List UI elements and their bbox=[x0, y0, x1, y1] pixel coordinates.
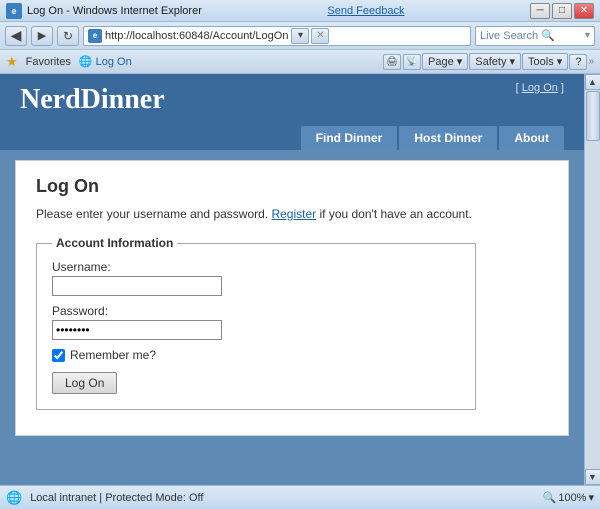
send-feedback-link[interactable]: Send Feedback bbox=[327, 5, 404, 17]
page-button[interactable]: Page ▾ bbox=[422, 53, 468, 70]
remember-me-checkbox[interactable] bbox=[52, 349, 65, 362]
search-dropdown[interactable]: ▾ bbox=[585, 30, 590, 41]
help-button[interactable]: ? bbox=[569, 54, 587, 70]
register-link[interactable]: Register bbox=[271, 207, 316, 221]
toolbar-right: 🖨 📡 Page ▾ Safety ▾ Tools ▾ ? » bbox=[383, 53, 594, 70]
log-on-button[interactable]: Log On bbox=[52, 372, 117, 394]
register-suffix: if you don't have an account. bbox=[316, 207, 472, 221]
favorites-star-icon: ★ bbox=[6, 54, 18, 70]
username-label: Username: bbox=[52, 260, 460, 274]
live-search-box[interactable]: Live Search 🔍 ▾ bbox=[475, 26, 595, 46]
password-input[interactable] bbox=[52, 320, 222, 340]
stop-button[interactable]: ✕ bbox=[311, 28, 329, 44]
login-link[interactable]: Log On bbox=[522, 82, 558, 94]
remember-me-group: Remember me? bbox=[52, 348, 460, 362]
account-information-fieldset: Account Information Username: Password: … bbox=[36, 236, 476, 410]
favorites-logon-item[interactable]: 🌐 Log On bbox=[79, 55, 132, 68]
nav-tabs: Find Dinner Host Dinner About bbox=[0, 126, 584, 150]
browser-content: NerdDinner [ Log On ] Find Dinner Host D… bbox=[0, 74, 600, 485]
host-dinner-tab[interactable]: Host Dinner bbox=[399, 126, 497, 150]
scroll-up-button[interactable]: ▲ bbox=[585, 74, 600, 90]
fav-logon-label: Log On bbox=[96, 56, 132, 68]
status-right: 🔍 100% ▾ bbox=[543, 491, 594, 504]
white-box: Log On Please enter your username and pa… bbox=[15, 160, 569, 436]
register-text: Please enter your username and password.… bbox=[36, 207, 548, 221]
title-bar: e Log On - Windows Internet Explorer Sen… bbox=[0, 0, 600, 22]
username-input[interactable] bbox=[52, 276, 222, 296]
dropdown-arrow[interactable]: ▾ bbox=[291, 28, 309, 44]
fieldset-legend: Account Information bbox=[52, 236, 177, 250]
refresh-button[interactable]: ↻ bbox=[57, 26, 79, 46]
username-field-group: Username: bbox=[52, 260, 460, 296]
back-button[interactable]: ◀ bbox=[5, 26, 27, 46]
maximize-button[interactable]: □ bbox=[552, 3, 572, 19]
live-search-label: Live Search bbox=[480, 30, 538, 42]
minimize-button[interactable]: ─ bbox=[530, 3, 550, 19]
password-label: Password: bbox=[52, 304, 460, 318]
url-text: http://localhost:60848/Account/LogOn bbox=[105, 30, 288, 42]
zoom-button[interactable]: 🔍 100% ▾ bbox=[543, 491, 594, 504]
page-icon: e bbox=[88, 29, 102, 43]
status-bar: 🌐 Local intranet | Protected Mode: Off 🔍… bbox=[0, 485, 600, 509]
zoom-level: 100% bbox=[558, 492, 586, 504]
forward-button[interactable]: ▶ bbox=[31, 26, 53, 46]
find-dinner-tab[interactable]: Find Dinner bbox=[301, 126, 398, 150]
toolbar-overflow[interactable]: » bbox=[588, 56, 594, 67]
close-button[interactable]: ✕ bbox=[574, 3, 594, 19]
password-field-group: Password: bbox=[52, 304, 460, 340]
favorites-label: Favorites bbox=[26, 56, 71, 68]
tools-button[interactable]: Tools ▾ bbox=[522, 53, 568, 70]
header-login: [ Log On ] bbox=[516, 82, 564, 94]
title-bar-left: e Log On - Windows Internet Explorer bbox=[6, 3, 202, 19]
site-title: NerdDinner bbox=[20, 84, 564, 116]
rss-icon[interactable]: 📡 bbox=[403, 54, 421, 70]
ie-icon: e bbox=[6, 3, 22, 19]
zoom-icon: 🔍 bbox=[543, 491, 557, 504]
print-icon[interactable]: 🖨 bbox=[383, 54, 401, 70]
safety-button[interactable]: Safety ▾ bbox=[469, 53, 521, 70]
status-text: Local intranet | Protected Mode: Off bbox=[30, 492, 203, 504]
about-tab[interactable]: About bbox=[499, 126, 564, 150]
zoom-arrow-icon: ▾ bbox=[588, 491, 594, 504]
status-icon: 🌐 bbox=[6, 490, 22, 506]
scroll-thumb[interactable] bbox=[586, 91, 600, 141]
address-box[interactable]: e http://localhost:60848/Account/LogOn ▾… bbox=[83, 26, 471, 46]
remember-me-label: Remember me? bbox=[70, 348, 156, 362]
login-bracket-close: ] bbox=[558, 82, 564, 94]
site-header: NerdDinner [ Log On ] bbox=[0, 74, 584, 126]
scroll-track[interactable] bbox=[585, 90, 600, 469]
content-area: Log On Please enter your username and pa… bbox=[0, 150, 584, 446]
fav-ie-icon: 🌐 bbox=[79, 55, 93, 68]
favorites-bar: ★ Favorites 🌐 Log On 🖨 📡 Page ▾ Safety ▾… bbox=[0, 50, 600, 74]
page-heading: Log On bbox=[36, 176, 548, 197]
window-controls: ─ □ ✕ bbox=[530, 3, 594, 19]
register-prefix: Please enter your username and password. bbox=[36, 207, 271, 221]
page-area: NerdDinner [ Log On ] Find Dinner Host D… bbox=[0, 74, 584, 485]
address-bar: ◀ ▶ ↻ e http://localhost:60848/Account/L… bbox=[0, 22, 600, 50]
scrollbar: ▲ ▼ bbox=[584, 74, 600, 485]
scroll-down-button[interactable]: ▼ bbox=[585, 469, 600, 485]
window-title: Log On - Windows Internet Explorer bbox=[27, 5, 202, 17]
search-icon: 🔍 bbox=[541, 29, 555, 42]
